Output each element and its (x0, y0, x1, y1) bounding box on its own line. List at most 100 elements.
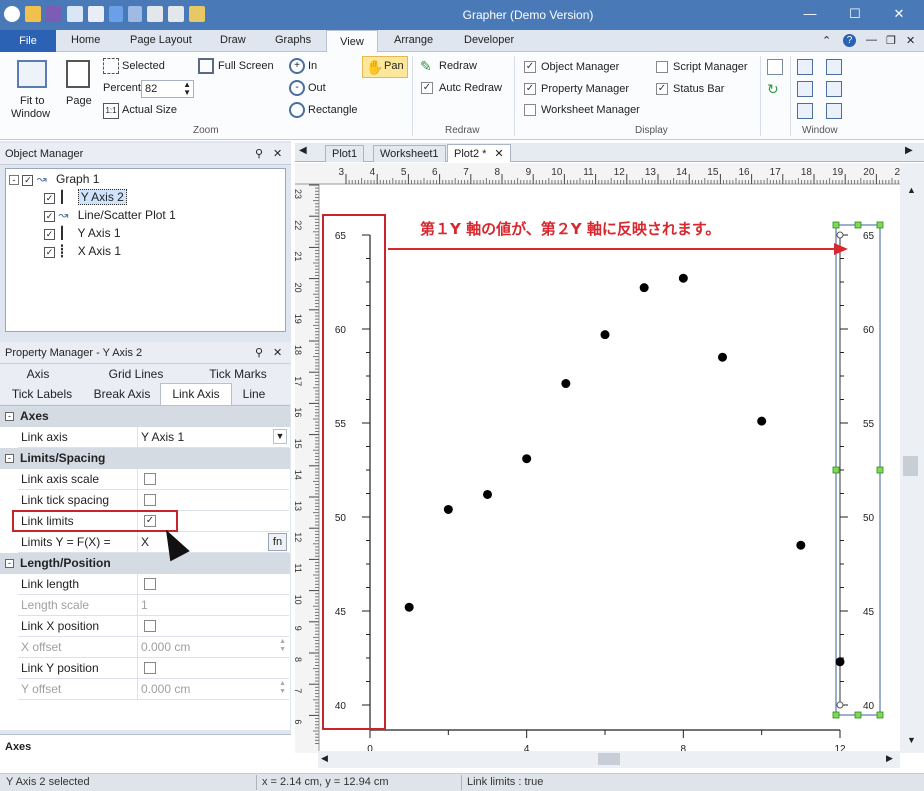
tree-item-y-axis-1[interactable]: ✓ ┃ Y Axis 1 (44, 226, 121, 240)
link-tick-spacing-checkbox[interactable] (144, 494, 156, 506)
property-manager-checkbox[interactable]: ✓ (524, 83, 536, 95)
tab-close-icon[interactable]: ✕ (494, 148, 503, 160)
link-x-position-checkbox[interactable] (144, 620, 156, 632)
tile-horizontal-icon[interactable] (826, 59, 842, 75)
worksheet-manager-checkbox[interactable] (524, 104, 536, 116)
chevron-down-icon[interactable]: ▼ (273, 429, 287, 444)
checkbox[interactable]: ✓ (22, 175, 34, 186)
redraw-icon[interactable]: ✎ (420, 58, 436, 74)
scroll-thumb[interactable] (903, 456, 918, 476)
maximize-button[interactable]: ☐ (840, 6, 870, 22)
category-axes[interactable]: - Axes (0, 406, 290, 427)
zoom-selected-icon[interactable] (103, 58, 119, 74)
tile-vertical-icon[interactable] (826, 81, 842, 97)
scroll-left-icon[interactable]: ◀ (321, 753, 328, 764)
close-pane-icon[interactable]: ✕ (273, 342, 282, 364)
tab-arrange[interactable]: Arrange (394, 34, 433, 46)
tab-tick-marks[interactable]: Tick Marks (196, 367, 280, 381)
tab-axis[interactable]: Axis (2, 367, 74, 381)
category-length[interactable]: - Length/Position (0, 553, 290, 574)
tab-scroll-left-icon[interactable]: ◀ (299, 145, 307, 156)
ribbon-close-icon[interactable]: ✕ (906, 34, 915, 47)
zoom-out-icon[interactable]: - (289, 80, 305, 96)
vertical-scrollbar[interactable]: ▲ ▼ (900, 163, 924, 753)
refresh-window-icon[interactable]: ↻ (767, 81, 783, 97)
tab-break-axis[interactable]: Break Axis (84, 387, 160, 401)
checkbox[interactable]: ✓ (44, 211, 55, 222)
tab-link-axis[interactable]: Link Axis (160, 383, 232, 405)
tab-developer[interactable]: Developer (464, 34, 514, 46)
tree-item-x-axis-1[interactable]: ✓ ┋ X Axis 1 (44, 244, 121, 258)
collapse-ribbon-icon[interactable]: ⌃ (822, 34, 831, 47)
close-button[interactable]: ✕ (884, 6, 914, 22)
tab-line[interactable]: Line (234, 387, 274, 401)
help-icon[interactable]: ? (843, 34, 856, 47)
tab-home[interactable]: Home (71, 34, 100, 46)
close-pane-icon[interactable]: ✕ (273, 143, 282, 165)
page-icon[interactable] (66, 60, 90, 88)
zoom-in-button[interactable]: In (308, 60, 317, 72)
full-screen-button[interactable]: Full Screen (218, 60, 274, 72)
status-bar-checkbox[interactable]: ✓ (656, 83, 668, 95)
horizontal-scrollbar[interactable]: ◀ ▶ (318, 751, 900, 768)
tab-page-layout[interactable]: Page Layout (130, 34, 192, 46)
percent-spin-icon[interactable]: ▲ ▼ (183, 81, 191, 97)
scroll-down-icon[interactable]: ▼ (907, 735, 916, 745)
checkbox[interactable]: ✓ (44, 229, 55, 240)
full-screen-icon[interactable] (198, 58, 214, 74)
zoom-out-button[interactable]: Out (308, 82, 326, 94)
fit-to-window-label-2[interactable]: Window (11, 108, 50, 120)
tab-plot2[interactable]: Plot2 * ✕ (447, 144, 511, 162)
scroll-thumb[interactable] (598, 753, 620, 765)
tab-worksheet1[interactable]: Worksheet1 (373, 145, 446, 162)
minimize-button[interactable]: — (795, 6, 825, 21)
collapse-icon[interactable]: - (5, 559, 14, 568)
tab-file[interactable]: File (0, 30, 56, 52)
auto-redraw-checkbox[interactable]: ✓ (421, 82, 433, 94)
collapse-icon[interactable]: - (5, 454, 14, 463)
collapse-icon[interactable]: - (9, 175, 19, 185)
tab-draw[interactable]: Draw (220, 34, 246, 46)
checkbox[interactable]: ✓ (44, 247, 55, 258)
scroll-up-icon[interactable]: ▲ (907, 185, 916, 195)
cascade-icon[interactable] (797, 81, 813, 97)
actual-size-icon[interactable]: 1:1 (103, 103, 119, 119)
link-axis-scale-checkbox[interactable] (144, 473, 156, 485)
zoom-in-icon[interactable]: + (289, 58, 305, 74)
tab-plot1[interactable]: Plot1 (325, 145, 365, 162)
link-axis-select[interactable]: Y Axis 1 ▼ (137, 427, 289, 448)
actual-size-button[interactable]: Actual Size (122, 104, 177, 116)
tree-item-y-axis-2[interactable]: ✓ ┃ Y Axis 2 (44, 189, 127, 205)
tree-item-graph[interactable]: - ✓ ↝ Graph 1 (9, 172, 99, 186)
tab-graphs[interactable]: Graphs (275, 34, 311, 46)
tab-grid-lines[interactable]: Grid Lines (94, 367, 178, 381)
checkbox[interactable]: ✓ (44, 193, 55, 204)
fit-to-window-label[interactable]: Fit to (20, 95, 44, 107)
ribbon-minimize-icon[interactable]: — (866, 34, 877, 46)
pin-icon[interactable]: ⚲ (255, 143, 263, 165)
page-button[interactable]: Page (66, 95, 92, 107)
tile-icon[interactable] (797, 103, 813, 119)
category-limits[interactable]: - Limits/Spacing (0, 448, 290, 469)
pin-icon[interactable]: ⚲ (255, 342, 263, 364)
switch-window-icon[interactable] (826, 103, 842, 119)
zoom-selected-button[interactable]: Selected (122, 60, 165, 72)
tab-scroll-right-icon[interactable]: ▶ (905, 145, 913, 156)
new-view-icon[interactable] (797, 59, 813, 75)
fit-to-window-icon[interactable] (17, 60, 47, 88)
tab-tick-labels[interactable]: Tick Labels (2, 387, 82, 401)
object-manager-checkbox[interactable]: ✓ (524, 61, 536, 73)
zoom-rectangle-button[interactable]: Rectangle (308, 104, 358, 116)
new-window-icon[interactable] (767, 59, 783, 75)
zoom-rectangle-icon[interactable] (289, 102, 305, 118)
link-y-position-checkbox[interactable] (144, 662, 156, 674)
tree-item-line-scatter[interactable]: ✓ ↝ Line/Scatter Plot 1 (44, 208, 176, 222)
percent-input[interactable]: 82 ▲ ▼ (141, 80, 194, 98)
tab-view[interactable]: View (326, 30, 378, 53)
redraw-button[interactable]: Redraw (439, 60, 477, 72)
scroll-right-icon[interactable]: ▶ (886, 753, 893, 764)
collapse-icon[interactable]: - (5, 412, 14, 421)
link-length-checkbox[interactable] (144, 578, 156, 590)
fn-button[interactable]: fn (268, 533, 287, 551)
ribbon-restore-icon[interactable]: ❐ (886, 34, 896, 47)
